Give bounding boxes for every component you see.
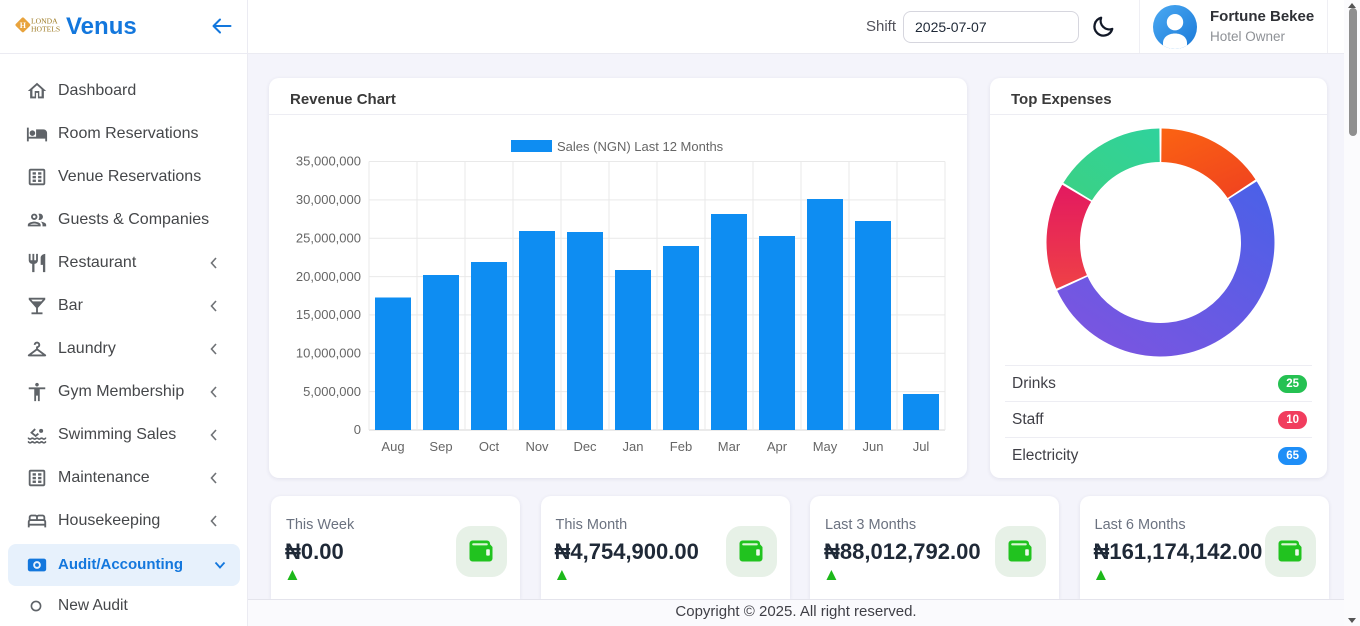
svg-text:Jun: Jun (863, 439, 884, 454)
svg-text:10,000,000: 10,000,000 (296, 346, 361, 361)
svg-text:Apr: Apr (767, 439, 788, 454)
svg-text:5,000,000: 5,000,000 (303, 384, 361, 399)
svg-text:H: H (20, 21, 27, 30)
svg-text:25,000,000: 25,000,000 (296, 230, 361, 245)
svg-text:Oct: Oct (479, 439, 500, 454)
svg-text:Nov: Nov (525, 439, 549, 454)
svg-text:Sales (NGN) Last 12 Months: Sales (NGN) Last 12 Months (557, 139, 724, 154)
svg-text:20,000,000: 20,000,000 (296, 269, 361, 284)
svg-text:Sep: Sep (429, 439, 452, 454)
svg-text:Dec: Dec (573, 439, 597, 454)
svg-text:30,000,000: 30,000,000 (296, 192, 361, 207)
svg-text:Mar: Mar (718, 439, 741, 454)
svg-text:Aug: Aug (381, 439, 404, 454)
svg-text:Feb: Feb (670, 439, 692, 454)
svg-text:35,000,000: 35,000,000 (296, 154, 361, 169)
svg-text:15,000,000: 15,000,000 (296, 307, 361, 322)
svg-text:0: 0 (354, 422, 361, 437)
svg-text:HOTELS: HOTELS (31, 25, 60, 34)
svg-text:Jul: Jul (913, 439, 930, 454)
svg-text:May: May (813, 439, 838, 454)
svg-text:Jan: Jan (623, 439, 644, 454)
